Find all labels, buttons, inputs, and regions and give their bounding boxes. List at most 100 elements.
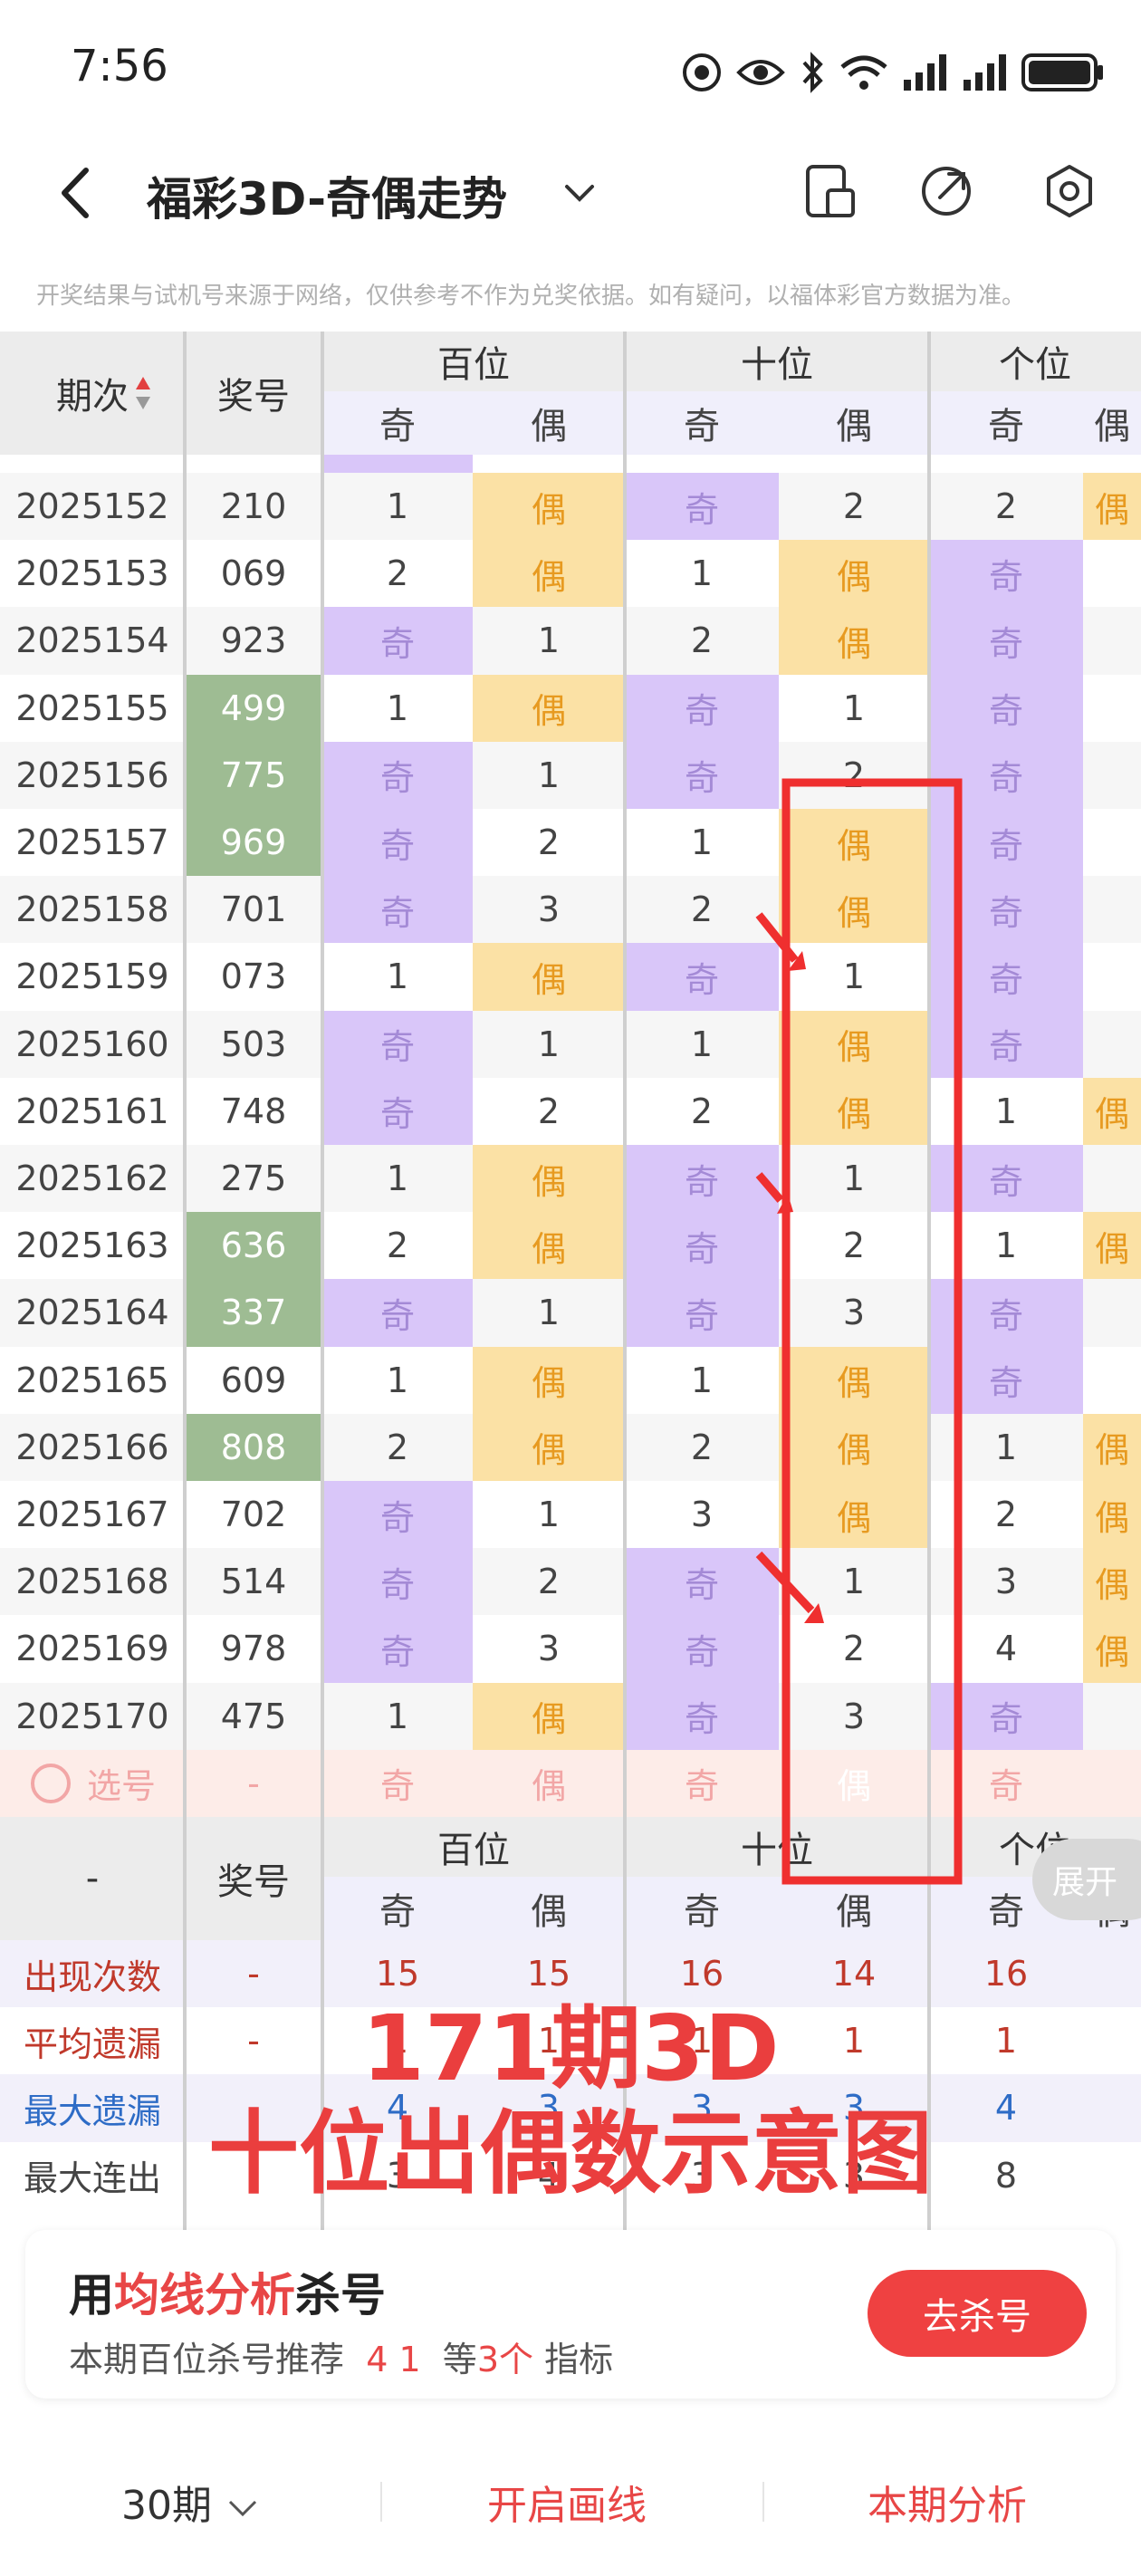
select-number-option[interactable]: 奇	[929, 1749, 1083, 1817]
trend-cell: 1	[322, 1145, 473, 1213]
trend-cell: 偶	[779, 607, 929, 675]
back-icon[interactable]	[50, 161, 104, 225]
column-sub-header: 偶	[1083, 391, 1141, 455]
app-bar: 福彩3D-奇偶走势	[0, 136, 1141, 254]
trend-cell: 奇	[625, 1145, 779, 1213]
column-group-header: 百位	[322, 332, 625, 391]
trend-cell: 奇	[929, 1682, 1083, 1750]
column-sub-header: 奇	[929, 391, 1083, 455]
period-select[interactable]: 30期	[121, 2473, 261, 2531]
trend-cell: 偶	[779, 1077, 929, 1145]
trend-cell: 奇	[322, 1279, 473, 1347]
promo-title-highlight: 均线分析	[114, 2269, 295, 2321]
promo-title-suffix: 杀号	[295, 2269, 386, 2321]
trend-cell: 1	[625, 540, 779, 608]
trend-cell: 1	[929, 1413, 1083, 1481]
trend-cell: 奇	[322, 1615, 473, 1683]
trend-cell: 奇	[929, 943, 1083, 1011]
trend-cell: 偶	[779, 1010, 929, 1078]
trend-cell: 偶	[473, 1212, 625, 1280]
chevron-down-icon[interactable]	[561, 179, 598, 207]
period-cell: 2025160	[0, 1010, 185, 1078]
trend-cell: 奇	[322, 741, 473, 809]
trend-cell: 2	[625, 1077, 779, 1145]
select-number-option[interactable]: 奇	[625, 1749, 779, 1817]
column-group-header: 个位	[929, 332, 1141, 391]
winning-number-cell: 275	[185, 1145, 322, 1213]
partial-row-cell	[322, 455, 473, 473]
promo-title-prefix: 用	[69, 2269, 114, 2321]
page-title[interactable]: 福彩3D-奇偶走势	[147, 163, 507, 228]
trend-cell: 2	[473, 1548, 625, 1616]
draw-line-button[interactable]: 开启画线	[487, 2473, 647, 2531]
expand-button[interactable]: 展开	[1032, 1839, 1141, 1920]
select-number-option[interactable]: 偶	[779, 1749, 929, 1817]
promo-card[interactable]: 用均线分析杀号 本期百位杀号推荐 4 1 等3个 指标 去杀号	[25, 2230, 1116, 2398]
winning-number-cell: 514	[185, 1548, 322, 1616]
trend-cell: 奇	[929, 1346, 1083, 1414]
promo-title: 用均线分析杀号	[69, 2259, 386, 2324]
period-cell: 2025158	[0, 876, 185, 944]
column-header-number: 奖号	[185, 332, 322, 455]
analysis-button[interactable]: 本期分析	[868, 2473, 1027, 2531]
winning-number-cell: 923	[185, 607, 322, 675]
trend-cell	[1083, 540, 1141, 608]
trend-cell: 4	[929, 1615, 1083, 1683]
phone-rotate-icon[interactable]	[801, 161, 860, 221]
trend-cell: 1	[779, 943, 929, 1011]
dnd-icon	[683, 53, 721, 91]
trend-cell	[1083, 607, 1141, 675]
trend-cell: 3	[779, 1279, 929, 1347]
trend-cell: 2	[929, 473, 1083, 541]
sort-icon[interactable]	[134, 375, 152, 411]
period-cell: 2025168	[0, 1548, 185, 1616]
trend-cell: 奇	[625, 1615, 779, 1683]
column-divider	[623, 332, 627, 2238]
period-cell: 2025154	[0, 607, 185, 675]
source-notice: 开奖结果与试机号来源于网络，仅供参考不作为兑奖依据。如有疑问，以福体彩官方数据为…	[36, 283, 1026, 310]
kill-number-button[interactable]: 去杀号	[868, 2270, 1087, 2357]
column-divider	[321, 332, 324, 2238]
trend-cell: 偶	[779, 876, 929, 944]
trend-cell: 2	[473, 1077, 625, 1145]
trend-cell: 偶	[779, 1413, 929, 1481]
trend-cell: 偶	[1083, 1615, 1141, 1683]
trend-cell: 2	[473, 809, 625, 877]
trend-cell: 1	[929, 1212, 1083, 1280]
winning-number-cell: 748	[185, 1077, 322, 1145]
winning-number-cell: 069	[185, 540, 322, 608]
period-cell: 2025165	[0, 1346, 185, 1414]
promo-sub-numbers: 4 1	[366, 2340, 421, 2379]
trend-cell: 1	[625, 809, 779, 877]
trend-cell: 奇	[322, 1077, 473, 1145]
trend-cell: 偶	[1083, 473, 1141, 541]
select-number-option[interactable]: 奇	[322, 1749, 473, 1817]
trend-cell: 奇	[625, 1212, 779, 1280]
column-divider	[927, 332, 931, 2238]
bluetooth-icon	[802, 52, 823, 93]
trend-cell: 奇	[625, 1548, 779, 1616]
trend-cell: 奇	[625, 473, 779, 541]
trend-cell	[1083, 1682, 1141, 1750]
trend-cell: 偶	[473, 1346, 625, 1414]
footer-sub-header: 奇	[322, 1877, 473, 1940]
trend-cell: 2	[322, 1413, 473, 1481]
settings-icon[interactable]	[1040, 161, 1099, 221]
promo-sub-count: 3个	[476, 2340, 533, 2379]
column-header-period[interactable]: 期次	[0, 332, 185, 455]
select-number-label[interactable]: 选号	[87, 1758, 156, 1808]
share-icon[interactable]	[916, 161, 976, 221]
select-number-option[interactable]	[1083, 1749, 1141, 1817]
divider	[380, 2482, 382, 2522]
trend-cell: 1	[322, 473, 473, 541]
eye-icon	[736, 60, 785, 85]
winning-number-cell: 499	[185, 674, 322, 742]
radio-circle-icon[interactable]	[29, 1762, 72, 1805]
period-cell: 2025153	[0, 540, 185, 608]
column-sub-header: 奇	[322, 391, 473, 455]
trend-cell: 偶	[1083, 1212, 1141, 1280]
select-number-option[interactable]: 偶	[473, 1749, 625, 1817]
trend-cell: 偶	[473, 1682, 625, 1750]
winning-number-cell: 775	[185, 741, 322, 809]
trend-cell: 2	[779, 1212, 929, 1280]
